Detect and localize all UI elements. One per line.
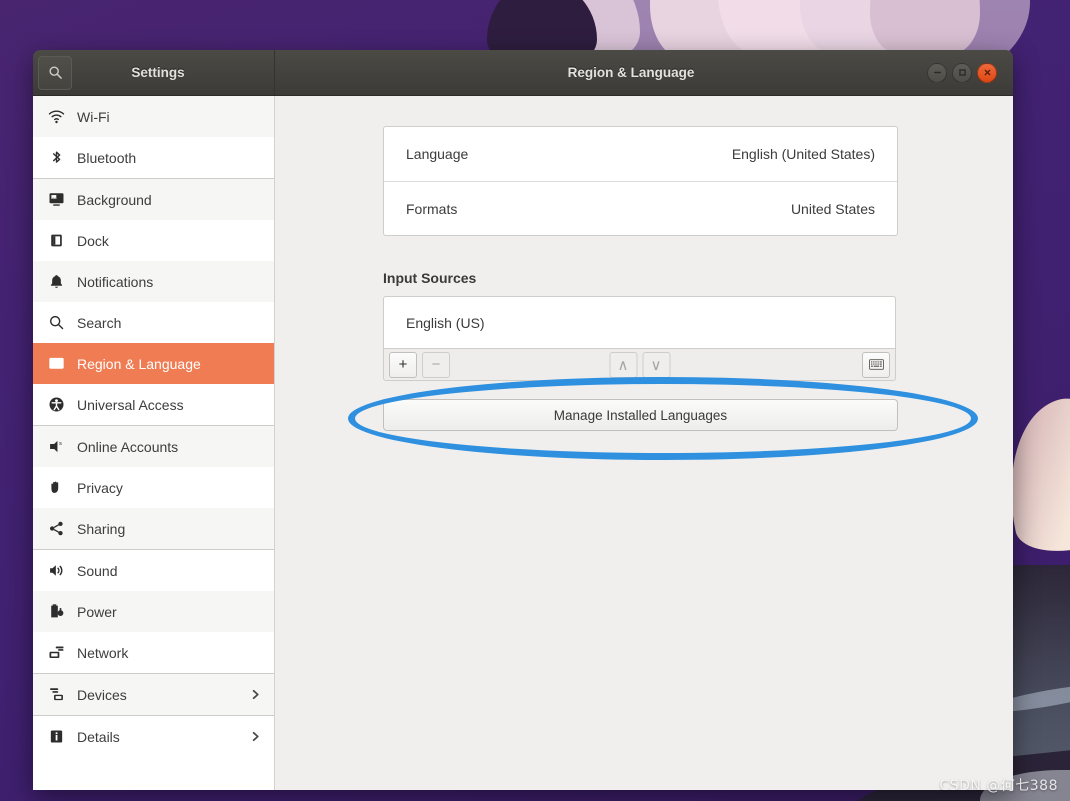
keyboard-icon	[868, 359, 884, 370]
window-titlebar: Settings Region & Language	[33, 50, 1013, 96]
sidebar-item-wi-fi[interactable]: Wi-Fi	[33, 96, 274, 137]
minus-icon: −	[431, 356, 441, 373]
sidebar-item-label: Notifications	[77, 273, 154, 290]
move-up-button[interactable]: ∧	[609, 351, 637, 378]
sidebar-item-sound[interactable]: Sound	[33, 550, 274, 591]
online-accounts-icon: s	[47, 438, 65, 456]
network-icon	[47, 644, 65, 662]
sidebar-item-label: Region & Language	[77, 355, 201, 372]
sidebar-item-privacy[interactable]: Privacy	[33, 467, 274, 508]
sidebar-item-universal-access[interactable]: Universal Access	[33, 384, 274, 425]
add-input-source-button[interactable]: +	[389, 351, 417, 378]
plus-icon: +	[398, 356, 408, 373]
region-language-panel: Language English (United States) Formats…	[275, 96, 1013, 790]
privacy-hand-icon	[47, 479, 65, 497]
titlebar-left-pane: Settings	[33, 50, 275, 95]
sidebar-item-label: Privacy	[77, 479, 123, 496]
wallpaper-shape-lobe-d	[870, 0, 980, 55]
sidebar-item-online-accounts[interactable]: s Online Accounts	[33, 426, 274, 467]
search-button[interactable]	[38, 55, 72, 90]
battery-icon	[47, 603, 65, 621]
input-sources-heading: Input Sources	[383, 270, 477, 286]
dock-icon	[47, 232, 65, 250]
sidebar-item-label: Dock	[77, 232, 109, 249]
sidebar-item-details[interactable]: Details	[33, 716, 274, 757]
sidebar-item-devices[interactable]: Devices	[33, 674, 274, 715]
locale-card: Language English (United States) Formats…	[383, 126, 898, 236]
speaker-icon	[47, 562, 65, 580]
sidebar-item-network[interactable]: Network	[33, 632, 274, 673]
row-formats-value: United States	[790, 200, 875, 217]
universal-access-icon	[47, 396, 65, 414]
watermark-text: CSDN @何七388	[939, 778, 1058, 794]
maximize-button[interactable]	[952, 62, 972, 83]
sidebar-item-region-language[interactable]: Region & Language	[33, 343, 274, 384]
row-language-value: English (United States)	[731, 146, 875, 162]
sidebar-item-label: Online Accounts	[77, 438, 179, 455]
sidebar-item-label: Sound	[77, 562, 118, 579]
sidebar-item-power[interactable]: Power	[33, 591, 274, 632]
maximize-icon	[958, 69, 966, 76]
sidebar-item-notifications[interactable]: Notifications	[33, 261, 274, 302]
sidebar-item-label: Devices	[77, 686, 127, 703]
details-info-icon	[47, 728, 65, 746]
sidebar-item-dock[interactable]: Dock	[33, 220, 274, 261]
page-title: Region & Language	[567, 65, 695, 80]
close-button[interactable]	[977, 62, 997, 83]
row-formats[interactable]: Formats United States	[384, 181, 897, 235]
settings-window: Settings Region & Language Wi-Fi Bluetoo…	[33, 50, 1013, 790]
row-formats-label: Formats	[406, 200, 458, 217]
chevron-right-icon	[249, 730, 262, 743]
chevron-right-icon	[249, 688, 262, 701]
move-down-button[interactable]: ∨	[642, 351, 670, 378]
svg-text:s: s	[58, 441, 61, 447]
window-body: Wi-Fi Bluetooth Background Dock Notification…	[33, 96, 1013, 790]
devices-icon	[47, 686, 65, 704]
remove-input-source-button[interactable]: −	[422, 351, 450, 378]
bluetooth-icon	[47, 149, 65, 167]
reorder-buttons: ∧ ∨	[609, 351, 670, 378]
show-keyboard-layout-button[interactable]	[862, 351, 890, 378]
input-source-item: English (US)	[406, 314, 485, 331]
sidebar-item-label: Background	[77, 191, 152, 208]
sidebar-title: Settings	[131, 65, 185, 80]
background-icon	[47, 191, 65, 209]
manage-installed-languages-label: Manage Installed Languages	[553, 407, 728, 423]
wifi-icon	[47, 108, 65, 126]
share-icon	[47, 520, 65, 538]
search-icon	[47, 314, 65, 332]
sidebar-item-label: Search	[77, 314, 122, 331]
region-language-icon	[47, 355, 65, 373]
manage-installed-languages-button[interactable]: Manage Installed Languages	[383, 399, 898, 431]
search-icon	[48, 66, 62, 79]
sidebar-item-label: Sharing	[77, 520, 126, 537]
sidebar-item-label: Wi-Fi	[77, 108, 110, 125]
sidebar-item-label: Details	[77, 728, 120, 745]
sidebar-item-label: Bluetooth	[77, 149, 137, 166]
sidebar-item-label: Universal Access	[77, 396, 184, 413]
sidebar-item-label: Network	[77, 644, 129, 661]
sidebar-item-label: Power	[77, 603, 117, 620]
titlebar-right-pane: Region & Language	[275, 50, 1013, 95]
chevron-up-icon: ∧	[617, 356, 629, 374]
row-language[interactable]: Language English (United States)	[384, 127, 897, 181]
row-language-label: Language	[406, 146, 469, 162]
sidebar-item-search[interactable]: Search	[33, 302, 274, 343]
bell-icon	[47, 273, 65, 291]
window-controls	[927, 62, 1005, 83]
sidebar-item-bluetooth[interactable]: Bluetooth	[33, 137, 274, 178]
minimize-button[interactable]	[927, 62, 947, 83]
input-sources-list[interactable]: English (US)	[383, 296, 896, 349]
close-icon	[984, 69, 990, 76]
minimize-icon	[933, 71, 941, 74]
settings-sidebar: Wi-Fi Bluetooth Background Dock Notification…	[33, 96, 275, 790]
input-sources-toolbar: + − ∧ ∨	[383, 349, 896, 381]
sidebar-item-sharing[interactable]: Sharing	[33, 508, 274, 549]
sidebar-item-background[interactable]: Background	[33, 179, 274, 220]
chevron-down-icon: ∨	[650, 356, 662, 374]
